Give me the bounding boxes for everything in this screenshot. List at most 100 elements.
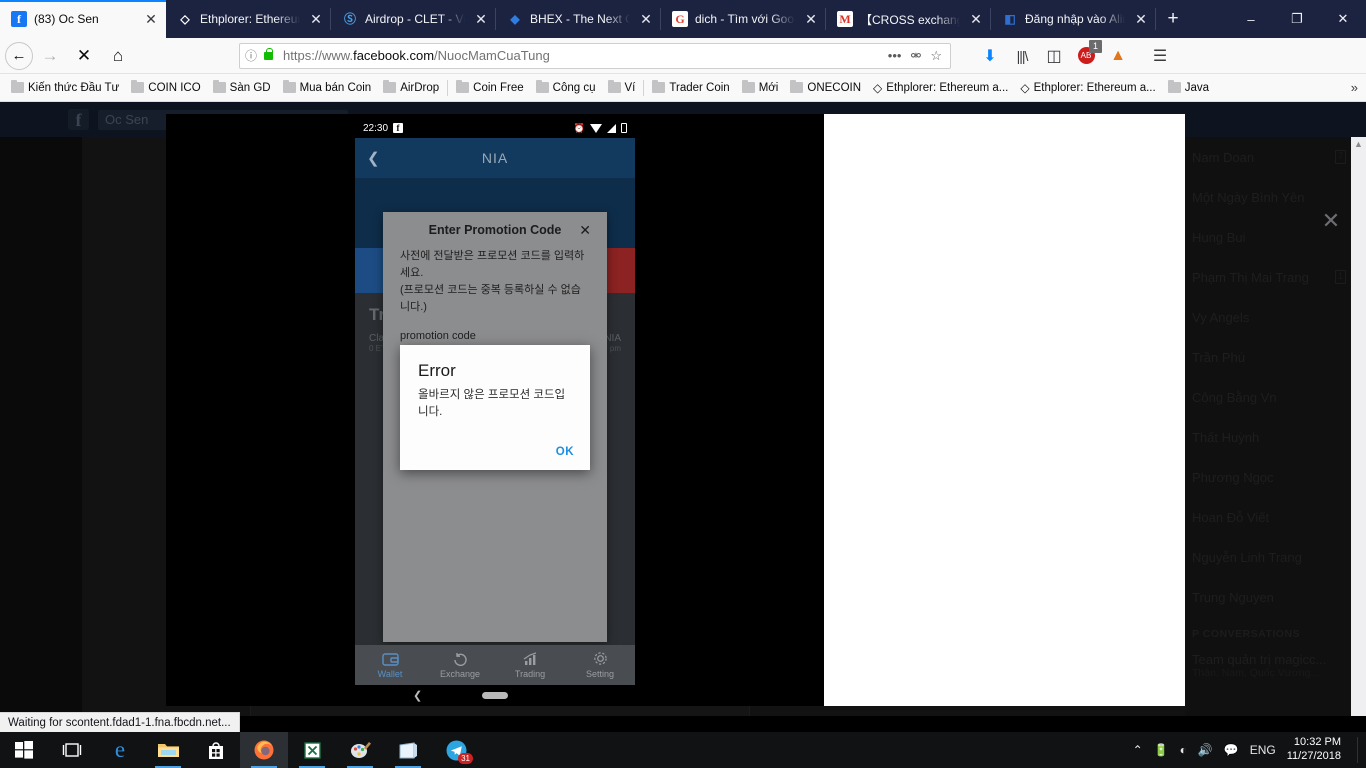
bookmark-5[interactable]: Coin Free — [450, 77, 530, 99]
maximize-button[interactable]: ❐ — [1274, 0, 1320, 38]
bookmark-9[interactable]: Mới — [736, 77, 785, 99]
bookmark-java[interactable]: Java — [1162, 77, 1215, 99]
bookmark-link-1[interactable]: ◇ Ethplorer: Ethereum a... — [1014, 77, 1161, 99]
bookmark-link-0[interactable]: ◇ Ethplorer: Ethereum a... — [867, 77, 1014, 99]
bookmark-label: Java — [1184, 81, 1209, 94]
adblock-icon[interactable]: AB 1 — [1071, 39, 1102, 71]
action-center-icon[interactable]: 💬 — [1224, 743, 1239, 757]
star-icon[interactable]: ☆ — [930, 48, 942, 64]
new-tab-button[interactable]: + — [1156, 0, 1190, 38]
browser-tab-2[interactable]: Ⓢ Airdrop - CLET - Vi ✕ — [331, 0, 496, 38]
wifi-icon[interactable]: ◐ — [1180, 743, 1187, 757]
close-icon[interactable]: ✕ — [579, 222, 591, 239]
promotion-field-label: promotion code — [400, 330, 476, 343]
chat-contact-row[interactable]: Công Bằng Vn — [1192, 377, 1358, 417]
bookmark-1[interactable]: COIN ICO — [125, 77, 206, 99]
page-actions-icon[interactable]: ••• — [888, 48, 902, 63]
bookmark-3[interactable]: Mua bán Coin — [277, 77, 378, 99]
bookmark-0[interactable]: Kiến thức Đầu Tư — [5, 77, 125, 99]
clock[interactable]: 10:32 PM 11/27/2018 — [1287, 736, 1341, 764]
back-icon[interactable]: ❮ — [413, 689, 422, 702]
sticky-notes-button[interactable] — [384, 732, 432, 768]
telegram-button[interactable]: 31 — [432, 732, 480, 768]
error-ok-button[interactable]: OK — [556, 446, 574, 458]
chat-contact-row[interactable]: Phạm Thị Mai Trang 1 — [1192, 257, 1358, 297]
close-button[interactable]: ✕ — [1320, 0, 1366, 38]
tab-close-icon[interactable]: ✕ — [142, 10, 160, 28]
chat-group-row[interactable]: Team quản trị magicc... Thân, Nam, Quốc … — [1192, 647, 1358, 691]
back-button[interactable]: ← — [5, 41, 33, 70]
minimize-button[interactable]: – — [1228, 0, 1274, 38]
language-indicator[interactable]: ENG — [1250, 743, 1276, 757]
volume-icon[interactable]: 🔊 — [1198, 743, 1213, 757]
bookmark-label: ONECOIN — [807, 81, 862, 94]
start-button[interactable] — [0, 732, 48, 768]
bookmarks-overflow-chevron[interactable]: » — [1343, 80, 1366, 95]
tab-title: (83) Oc Sen — [34, 12, 99, 26]
firefox-button[interactable] — [240, 732, 288, 768]
facebook-logo-icon[interactable]: f — [68, 109, 89, 130]
error-dialog: Error 올바르지 않은 프로모션 코드입니다. OK — [400, 345, 590, 470]
tab-close-icon[interactable]: ✕ — [967, 10, 985, 28]
ethereum-icon: ◇ — [1020, 80, 1030, 95]
paint-button[interactable] — [336, 732, 384, 768]
page-scrollbar[interactable]: ▲ — [1351, 137, 1366, 716]
chat-contact-row[interactable]: Phương Ngọc — [1192, 457, 1358, 497]
nav-exchange[interactable]: Exchange — [425, 652, 495, 679]
home-button[interactable]: ⌂ — [101, 41, 135, 71]
clock-time: 10:32 PM — [1293, 736, 1341, 749]
bookmark-8[interactable]: Trader Coin — [646, 77, 735, 99]
bookmark-4[interactable]: AirDrop — [377, 77, 445, 99]
chat-contact-row[interactable]: Trần Phú — [1192, 337, 1358, 377]
library-icon[interactable]: |||\ — [1007, 41, 1037, 71]
airdrop-icon: Ⓢ — [343, 12, 356, 26]
chat-contact-row[interactable]: Vy Angels — [1192, 297, 1358, 337]
store-button[interactable] — [192, 732, 240, 768]
bookmark-7[interactable]: Ví — [602, 77, 642, 99]
edge-button[interactable]: e — [96, 732, 144, 768]
tab-close-icon[interactable]: ✕ — [637, 10, 655, 28]
stop-button[interactable]: ✕ — [67, 41, 101, 71]
sidebar-icon[interactable]: ◫ — [1039, 41, 1069, 71]
battery-icon[interactable]: 🔋 — [1154, 743, 1169, 757]
metamask-icon[interactable]: ▲ — [1103, 41, 1133, 71]
address-bar[interactable]: ⓘ https://www.facebook.com/NuocMamCuaTun… — [239, 42, 951, 69]
chat-contact-row[interactable]: Trung Nguyen — [1192, 577, 1358, 617]
nav-trading[interactable]: Trading — [495, 651, 565, 679]
scroll-up-arrow-icon[interactable]: ▲ — [1351, 137, 1366, 151]
tray-chevron-icon[interactable]: ⌃ — [1133, 743, 1143, 757]
chat-contact-row[interactable]: Hoan Đỗ Viết — [1192, 497, 1358, 537]
pocket-icon[interactable]: ⚮ — [910, 48, 921, 64]
browser-tab-1[interactable]: ◇ Ethplorer: Ethereum ✕ — [166, 0, 331, 38]
show-desktop-button[interactable] — [1357, 737, 1358, 763]
close-overlay-button[interactable]: ✕ — [1316, 206, 1346, 236]
chevron-left-icon[interactable]: ❮ — [367, 149, 380, 167]
browser-tab-5[interactable]: M 【CROSS exchange】 ✕ — [826, 0, 991, 38]
home-pill-icon[interactable] — [482, 692, 508, 699]
downloads-icon[interactable]: ⬇ — [975, 41, 1005, 71]
bookmark-2[interactable]: Sàn GD — [207, 77, 277, 99]
promotion-dialog-header: Enter Promotion Code ✕ — [383, 212, 607, 248]
chat-contact-row[interactable]: Thất Huỳnh — [1192, 417, 1358, 457]
excel-button[interactable] — [288, 732, 336, 768]
site-info-icon[interactable]: ⓘ — [245, 47, 257, 64]
browser-tab-3[interactable]: ◆ BHEX - The Next Cry ✕ — [496, 0, 661, 38]
tab-close-icon[interactable]: ✕ — [1132, 10, 1150, 28]
browser-tab-6[interactable]: ◧ Đăng nhập vào Alin ✕ — [991, 0, 1156, 38]
browser-tab-4[interactable]: Gdich - Tìm với Goog ✕ — [661, 0, 826, 38]
chat-contact-row[interactable]: Nguyễn Linh Trang — [1192, 537, 1358, 577]
tab-close-icon[interactable]: ✕ — [472, 10, 490, 28]
tab-close-icon[interactable]: ✕ — [802, 10, 820, 28]
bookmark-6[interactable]: Công cụ — [530, 77, 602, 99]
browser-tab-0[interactable]: f (83) Oc Sen ✕ — [0, 0, 166, 38]
phone-clock: 22:30 — [363, 122, 389, 134]
file-explorer-button[interactable] — [144, 732, 192, 768]
chat-contact-row[interactable]: Nam Doan 7 — [1192, 137, 1358, 177]
bookmark-10[interactable]: ONECOIN — [784, 77, 867, 99]
nav-setting[interactable]: Setting — [565, 651, 635, 679]
task-view-button[interactable] — [48, 732, 96, 768]
forward-button[interactable]: → — [33, 41, 67, 71]
tab-close-icon[interactable]: ✕ — [307, 10, 325, 28]
menu-icon[interactable]: ☰ — [1145, 41, 1175, 71]
nav-wallet[interactable]: Wallet — [355, 652, 425, 679]
